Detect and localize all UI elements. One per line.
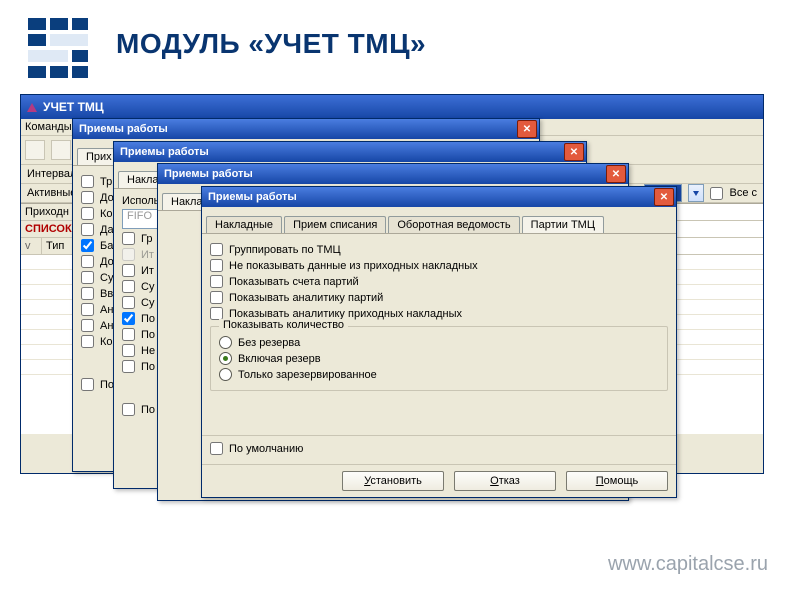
tab-nakladnye[interactable]: Накладные — [206, 216, 282, 233]
dialog-front: Приемы работы ✕ Накладные Прием списания… — [201, 186, 677, 498]
radio-no-reserve[interactable]: Без резерва — [219, 336, 659, 349]
dialog-tabs: Накладные Прием списания Оборотная ведом… — [202, 207, 676, 234]
close-icon[interactable]: ✕ — [654, 188, 674, 206]
group-show-quantity: Показывать количество Без резерва Включа… — [210, 326, 668, 391]
dialog-buttons: Установить Отказ Помощь — [202, 464, 676, 497]
chk-hide-incoming[interactable]: Не показывать данные из приходных наклад… — [210, 259, 668, 272]
chk-show-accounts[interactable]: Показывать счета партий — [210, 275, 668, 288]
tab-oborotnaya[interactable]: Оборотная ведомость — [388, 216, 519, 233]
all-checkbox[interactable]: Все с — [710, 187, 757, 200]
install-button[interactable]: Установить — [342, 471, 444, 491]
toolbar-icon-2[interactable] — [51, 140, 71, 160]
toolbar-icon-1[interactable] — [25, 140, 45, 160]
tab-partii-tmc[interactable]: Партии ТМЦ — [522, 216, 604, 233]
dialog-titlebar[interactable]: Приемы работы ✕ — [202, 187, 676, 207]
footer-url: www.capitalcse.ru — [608, 553, 768, 576]
radio-include-reserve[interactable]: Включая резерв — [219, 352, 659, 365]
chk-default[interactable]: По умолчанию — [210, 442, 668, 455]
cancel-button[interactable]: Отказ — [454, 471, 556, 491]
dialog-titlebar[interactable]: Приемы работы ✕ — [73, 119, 539, 139]
help-button[interactable]: Помощь — [566, 471, 668, 491]
dropdown-arrow-icon[interactable] — [688, 184, 704, 202]
dialog-body: Группировать по ТМЦ Не показывать данные… — [202, 234, 676, 464]
tab-priem-spisaniya[interactable]: Прием списания — [284, 216, 386, 233]
main-window-title: УЧЕТ ТМЦ — [43, 100, 104, 114]
close-icon[interactable]: ✕ — [564, 143, 584, 161]
chk-group-by-tmc[interactable]: Группировать по ТМЦ — [210, 243, 668, 256]
logo — [28, 18, 88, 78]
app-icon — [27, 103, 37, 112]
chk-show-analytics-parties[interactable]: Показывать аналитику партий — [210, 291, 668, 304]
main-window-titlebar[interactable]: УЧЕТ ТМЦ — [21, 95, 763, 119]
group-title: Показывать количество — [219, 319, 348, 331]
radio-only-reserved[interactable]: Только зарезервированное — [219, 368, 659, 381]
dialog-titlebar[interactable]: Приемы работы ✕ — [158, 164, 628, 184]
grid-col-3-prefix: v — [21, 238, 42, 254]
close-icon[interactable]: ✕ — [606, 165, 626, 183]
close-icon[interactable]: ✕ — [517, 120, 537, 138]
dialog-titlebar[interactable]: Приемы работы ✕ — [114, 142, 586, 162]
page-title: МОДУЛЬ «УЧЕТ ТМЦ» — [116, 28, 426, 60]
